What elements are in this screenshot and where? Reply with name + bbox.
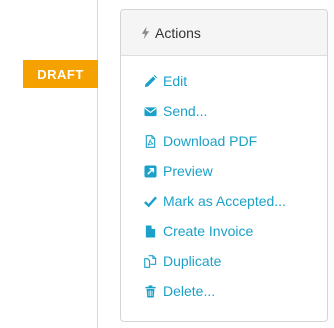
actions-panel: Actions Edit Send... Download PDF Previe…: [120, 9, 328, 322]
pdf-file-icon: [143, 134, 157, 148]
bolt-icon: [141, 26, 151, 40]
delete-action-label: Delete...: [163, 283, 216, 299]
checkmark-icon: [143, 194, 157, 208]
actions-header: Actions: [121, 10, 327, 56]
document-preview: DRAFT: [0, 0, 98, 328]
trash-icon: [143, 284, 157, 298]
mark-as-accepted-action[interactable]: Mark as Accepted...: [121, 186, 327, 216]
download-pdf-action-label: Download PDF: [163, 133, 258, 149]
delete-action[interactable]: Delete...: [121, 276, 327, 306]
mark-as-accepted-action-label: Mark as Accepted...: [163, 193, 286, 209]
page: DRAFT Actions Edit Send... Download PDF …: [0, 0, 334, 328]
copy-icon: [143, 254, 157, 268]
file-icon: [143, 224, 157, 238]
preview-action[interactable]: Preview: [121, 156, 327, 186]
duplicate-action-label: Duplicate: [163, 253, 222, 269]
send-action[interactable]: Send...: [121, 96, 327, 126]
create-invoice-action[interactable]: Create Invoice: [121, 216, 327, 246]
download-pdf-action[interactable]: Download PDF: [121, 126, 327, 156]
preview-action-label: Preview: [163, 163, 213, 179]
pencil-icon: [143, 74, 157, 88]
actions-title: Actions: [155, 24, 201, 41]
edit-action[interactable]: Edit: [121, 66, 327, 96]
create-invoice-action-label: Create Invoice: [163, 223, 254, 239]
actions-list: Edit Send... Download PDF Preview Mark a…: [121, 56, 327, 306]
envelope-icon: [143, 104, 157, 118]
edit-action-label: Edit: [163, 73, 188, 89]
duplicate-action[interactable]: Duplicate: [121, 246, 327, 276]
status-badge: DRAFT: [23, 60, 98, 88]
send-action-label: Send...: [163, 103, 208, 119]
external-link-icon: [143, 164, 157, 178]
